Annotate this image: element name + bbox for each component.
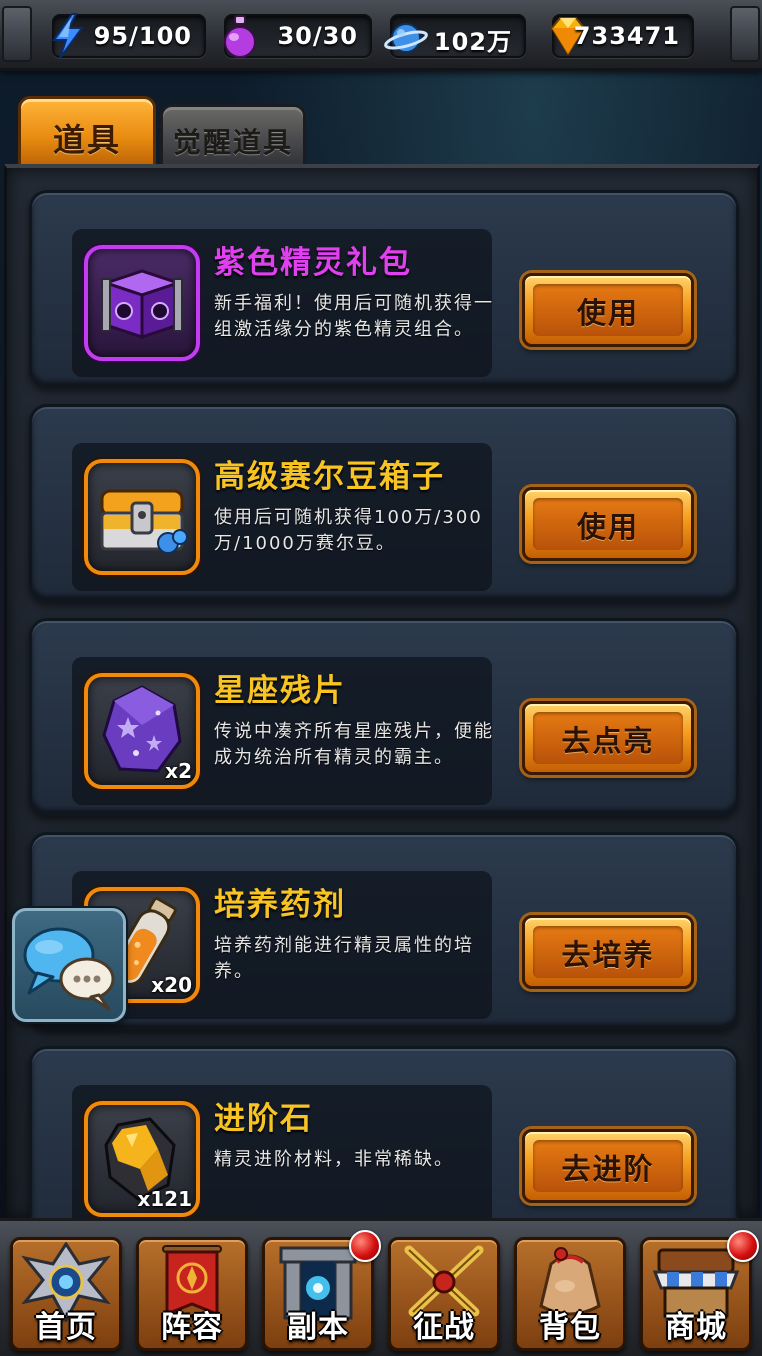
item-name: 星座残片 <box>214 673 346 709</box>
item-name: 紫色精灵礼包 <box>214 245 412 281</box>
advance-button-label: 去进阶 <box>561 1152 655 1186</box>
list-item: 紫色精灵礼包 新手福利！使用后可随机获得一组激活缘分的紫色精灵组合。 使用 <box>29 190 739 388</box>
nav-lineup-label: 阵容 <box>161 1310 223 1345</box>
item-name: 进阶石 <box>214 1101 313 1137</box>
nav-bag[interactable]: 背包 <box>514 1237 626 1351</box>
cultivate-button-label: 去培养 <box>561 938 655 972</box>
bar-corner-right <box>730 6 760 62</box>
cultivate-button[interactable]: 去培养 <box>522 915 694 989</box>
item-icon-frame[interactable]: x121 <box>84 1101 200 1217</box>
list-item: x121 进阶石 精灵进阶材料，非常稀缺。 去进阶 <box>29 1046 739 1218</box>
energy-value: 95/100 <box>93 22 192 50</box>
tab-awaken-items[interactable]: 觉醒道具 <box>160 104 306 172</box>
item-name: 高级赛尔豆箱子 <box>214 459 445 495</box>
item-icon-frame[interactable] <box>84 245 200 361</box>
bean-value: 102万 <box>433 28 512 56</box>
item-count: x2 <box>165 759 192 783</box>
nav-bag-label: 背包 <box>539 1310 601 1345</box>
item-count: x20 <box>151 973 192 997</box>
nav-campaign-label: 征战 <box>413 1310 475 1345</box>
gem-counter[interactable]: 733471 <box>550 14 694 58</box>
nav-dungeon-label: 副本 <box>287 1310 349 1345</box>
purple-chest-icon <box>101 269 183 340</box>
tab-items-label: 道具 <box>52 121 121 159</box>
chat-bubbles-icon <box>23 927 115 1011</box>
list-item: 高级赛尔豆箱子 使用后可随机获得100万/300万/1000万赛尔豆。 使用 <box>29 404 739 602</box>
list-item: x20 培养药剂 培养药剂能进行精灵属性的培养。 去培养 <box>29 832 739 1030</box>
potion-value: 30/30 <box>277 22 358 50</box>
item-description: 使用后可随机获得100万/300万/1000万赛尔豆。 <box>214 507 483 554</box>
use-button[interactable]: 使用 <box>522 273 694 347</box>
list-item: x2 星座残片 传说中凑齐所有星座残片，便能成为统治所有精灵的霸主。 去点亮 <box>29 618 739 816</box>
potion-bottle-icon <box>224 15 256 58</box>
gem-value: 733471 <box>573 22 680 50</box>
nav-home-label: 首页 <box>35 1310 97 1345</box>
use-button[interactable]: 使用 <box>522 487 694 561</box>
nav-lineup[interactable]: 阵容 <box>136 1237 248 1351</box>
item-description: 新手福利！使用后可随机获得一组激活缘分的紫色精灵组合。 <box>214 293 494 340</box>
potion-counter[interactable]: 30/30 <box>224 14 372 58</box>
resource-bar: 95/100 30/30 102万 733471 <box>0 0 762 71</box>
use-button-label: 使用 <box>576 296 639 330</box>
item-count: x121 <box>137 1187 192 1211</box>
nav-shop-label: 商城 <box>665 1310 727 1345</box>
bar-corner-left <box>2 6 32 62</box>
item-description: 精灵进阶材料，非常稀缺。 <box>214 1149 454 1170</box>
item-icon-frame[interactable]: x2 <box>84 673 200 789</box>
lightning-icon <box>52 13 84 59</box>
use-button-label: 使用 <box>576 510 639 544</box>
bean-counter[interactable]: 102万 <box>384 14 526 58</box>
notification-dot <box>727 1230 759 1262</box>
planet-icon <box>384 23 428 53</box>
gold-chest-icon <box>100 489 188 554</box>
bottom-nav: 首页 阵容 副本 征战 背包 商城 <box>0 1218 762 1356</box>
energy-counter[interactable]: 95/100 <box>52 13 206 59</box>
light-up-button[interactable]: 去点亮 <box>522 701 694 775</box>
chat-button[interactable] <box>12 908 126 1022</box>
item-name: 培养药剂 <box>214 887 346 923</box>
item-description: 培养药剂能进行精灵属性的培养。 <box>214 935 474 982</box>
nav-dungeon[interactable]: 副本 <box>262 1230 381 1351</box>
item-list-panel[interactable]: 紫色精灵礼包 新手福利！使用后可随机获得一组激活缘分的紫色精灵组合。 使用 高级… <box>4 164 760 1221</box>
nav-shop[interactable]: 商城 <box>640 1230 759 1351</box>
nav-home[interactable]: 首页 <box>10 1237 122 1351</box>
nav-campaign[interactable]: 征战 <box>388 1237 500 1351</box>
notification-dot <box>349 1230 381 1262</box>
item-description: 传说中凑齐所有星座残片，便能成为统治所有精灵的霸主。 <box>214 721 494 768</box>
item-icon-frame[interactable] <box>84 459 200 575</box>
tab-awaken-items-label: 觉醒道具 <box>172 126 293 159</box>
tab-items[interactable]: 道具 <box>18 96 156 172</box>
advance-button[interactable]: 去进阶 <box>522 1129 694 1203</box>
light-up-button-label: 去点亮 <box>561 724 655 758</box>
